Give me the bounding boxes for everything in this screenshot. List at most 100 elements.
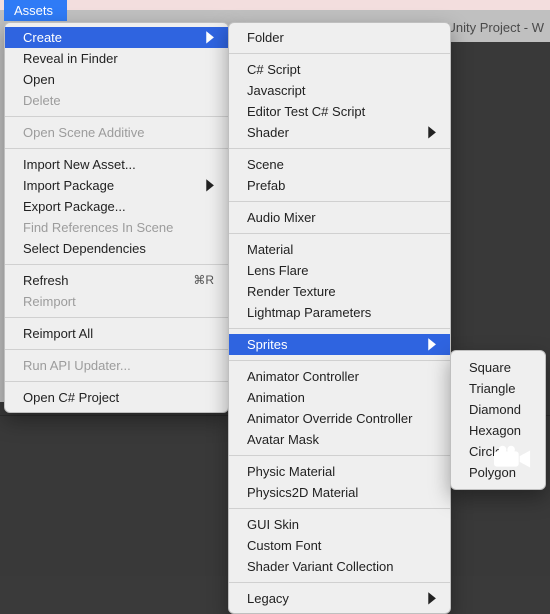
menu-item-label: Find References In Scene [23, 219, 173, 236]
menu-separator [229, 328, 450, 329]
sprites-menu-item[interactable]: Square [451, 357, 545, 378]
menu-item-label: Avatar Mask [247, 431, 319, 448]
menu-item-label: Editor Test C# Script [247, 103, 365, 120]
menu-separator [5, 349, 228, 350]
create-menu-item[interactable]: Lens Flare [229, 260, 450, 281]
menu-item-label: Lightmap Parameters [247, 304, 371, 321]
submenu-arrow-icon: ▶ [428, 585, 436, 612]
assets-menu-item[interactable]: Open C# Project [5, 387, 228, 408]
menu-item-label: Open Scene Additive [23, 124, 144, 141]
create-menu-item[interactable]: Avatar Mask [229, 429, 450, 450]
create-menu-item[interactable]: Render Texture [229, 281, 450, 302]
assets-menu-item[interactable]: Open [5, 69, 228, 90]
assets-menu-item[interactable]: Create ▶ [5, 27, 228, 48]
menu-separator [5, 317, 228, 318]
menubar-assets[interactable]: Assets [4, 0, 67, 21]
create-menu-item[interactable]: Folder [229, 27, 450, 48]
menu-item-label: Import New Asset... [23, 156, 136, 173]
assets-menu-item: Run API Updater... [5, 355, 228, 376]
menu-separator [229, 53, 450, 54]
menu-item-label: Diamond [469, 401, 521, 418]
submenu-arrow-icon: ▶ [206, 172, 214, 199]
assets-menu-item: Open Scene Additive [5, 122, 228, 143]
menu-item-label: Reimport [23, 293, 76, 310]
menu-item-label: Sprites [247, 336, 287, 353]
menu-separator [229, 508, 450, 509]
create-menu-item[interactable]: Legacy ▶ [229, 588, 450, 609]
create-menu-item[interactable]: Javascript [229, 80, 450, 101]
menu-separator [229, 360, 450, 361]
create-menu-item[interactable]: Editor Test C# Script [229, 101, 450, 122]
create-menu-item[interactable]: Animator Controller [229, 366, 450, 387]
create-menu-item[interactable]: Animation [229, 387, 450, 408]
menu-item-label: GUI Skin [247, 516, 299, 533]
sprites-menu-item[interactable]: Diamond [451, 399, 545, 420]
menu-item-label: Shader Variant Collection [247, 558, 393, 575]
menu-separator [229, 582, 450, 583]
menu-item-label: Shader [247, 124, 289, 141]
menu-separator [229, 201, 450, 202]
create-menu-item[interactable]: Sprites ▶ [229, 334, 450, 355]
assets-menu-item[interactable]: Import Package ▶ [5, 175, 228, 196]
submenu-arrow-icon: ▶ [206, 24, 214, 51]
create-menu-item[interactable]: Prefab [229, 175, 450, 196]
sprites-menu-item[interactable]: Hexagon [451, 420, 545, 441]
create-menu-item[interactable]: Physics2D Material [229, 482, 450, 503]
assets-menu-item[interactable]: Select Dependencies [5, 238, 228, 259]
menu-item-label: Open [23, 71, 55, 88]
sprites-menu-item[interactable]: Triangle [451, 378, 545, 399]
menu-item-label: Reveal in Finder [23, 50, 118, 67]
menu-item-label: Scene [247, 156, 284, 173]
create-menu-item[interactable]: Shader Variant Collection [229, 556, 450, 577]
assets-menu: Create ▶ Reveal in Finder Open Delete Open Sc… [4, 22, 229, 413]
submenu-arrow-icon: ▶ [428, 331, 436, 358]
menu-item-label: Animator Override Controller [247, 410, 412, 427]
submenu-arrow-icon: ▶ [428, 119, 436, 146]
create-menu-item[interactable]: Custom Font [229, 535, 450, 556]
menu-item-label: Physics2D Material [247, 484, 358, 501]
create-menu-item[interactable]: Lightmap Parameters [229, 302, 450, 323]
menu-item-label: Folder [247, 29, 284, 46]
menu-item-label: Material [247, 241, 293, 258]
create-menu-item[interactable]: Shader ▶ [229, 122, 450, 143]
create-menu-item[interactable]: GUI Skin [229, 514, 450, 535]
assets-menu-item[interactable]: Import New Asset... [5, 154, 228, 175]
assets-menu-item[interactable]: Reimport All [5, 323, 228, 344]
assets-menu-item: Delete [5, 90, 228, 111]
menu-item-label: Legacy [247, 590, 289, 607]
create-menu-item[interactable]: Animator Override Controller [229, 408, 450, 429]
menubar-background [0, 0, 550, 10]
menu-item-label: Lens Flare [247, 262, 308, 279]
menu-item-label: Animator Controller [247, 368, 359, 385]
create-menu-item[interactable]: Material [229, 239, 450, 260]
menu-item-label: Animation [247, 389, 305, 406]
assets-menu-item: Find References In Scene [5, 217, 228, 238]
menu-item-label: Javascript [247, 82, 306, 99]
create-menu-item[interactable]: Scene [229, 154, 450, 175]
menu-item-label: Prefab [247, 177, 285, 194]
menu-separator [5, 381, 228, 382]
menu-item-label: Select Dependencies [23, 240, 146, 257]
assets-menu-item[interactable]: Refresh ⌘R [5, 270, 228, 291]
menu-item-label: Physic Material [247, 463, 335, 480]
menu-separator [5, 116, 228, 117]
menu-item-label: Run API Updater... [23, 357, 131, 374]
menu-separator [229, 455, 450, 456]
menu-separator [229, 148, 450, 149]
assets-menu-item[interactable]: Reveal in Finder [5, 48, 228, 69]
menu-item-shortcut: ⌘R [193, 272, 214, 289]
create-menu-item[interactable]: Physic Material [229, 461, 450, 482]
assets-menu-item[interactable]: Export Package... [5, 196, 228, 217]
menu-item-label: Render Texture [247, 283, 336, 300]
create-menu-item[interactable]: Audio Mixer [229, 207, 450, 228]
menu-item-label: Triangle [469, 380, 515, 397]
create-menu-item[interactable]: C# Script [229, 59, 450, 80]
camera-icon [494, 445, 532, 476]
menu-item-label: Reimport All [23, 325, 93, 342]
menu-separator [5, 148, 228, 149]
menu-item-label: Refresh [23, 272, 69, 289]
menu-item-label: Import Package [23, 177, 114, 194]
create-menu: Folder C# Script Javascript Editor Test C# … [228, 22, 451, 614]
menu-item-label: Create [23, 29, 62, 46]
menu-item-label: Open C# Project [23, 389, 119, 406]
